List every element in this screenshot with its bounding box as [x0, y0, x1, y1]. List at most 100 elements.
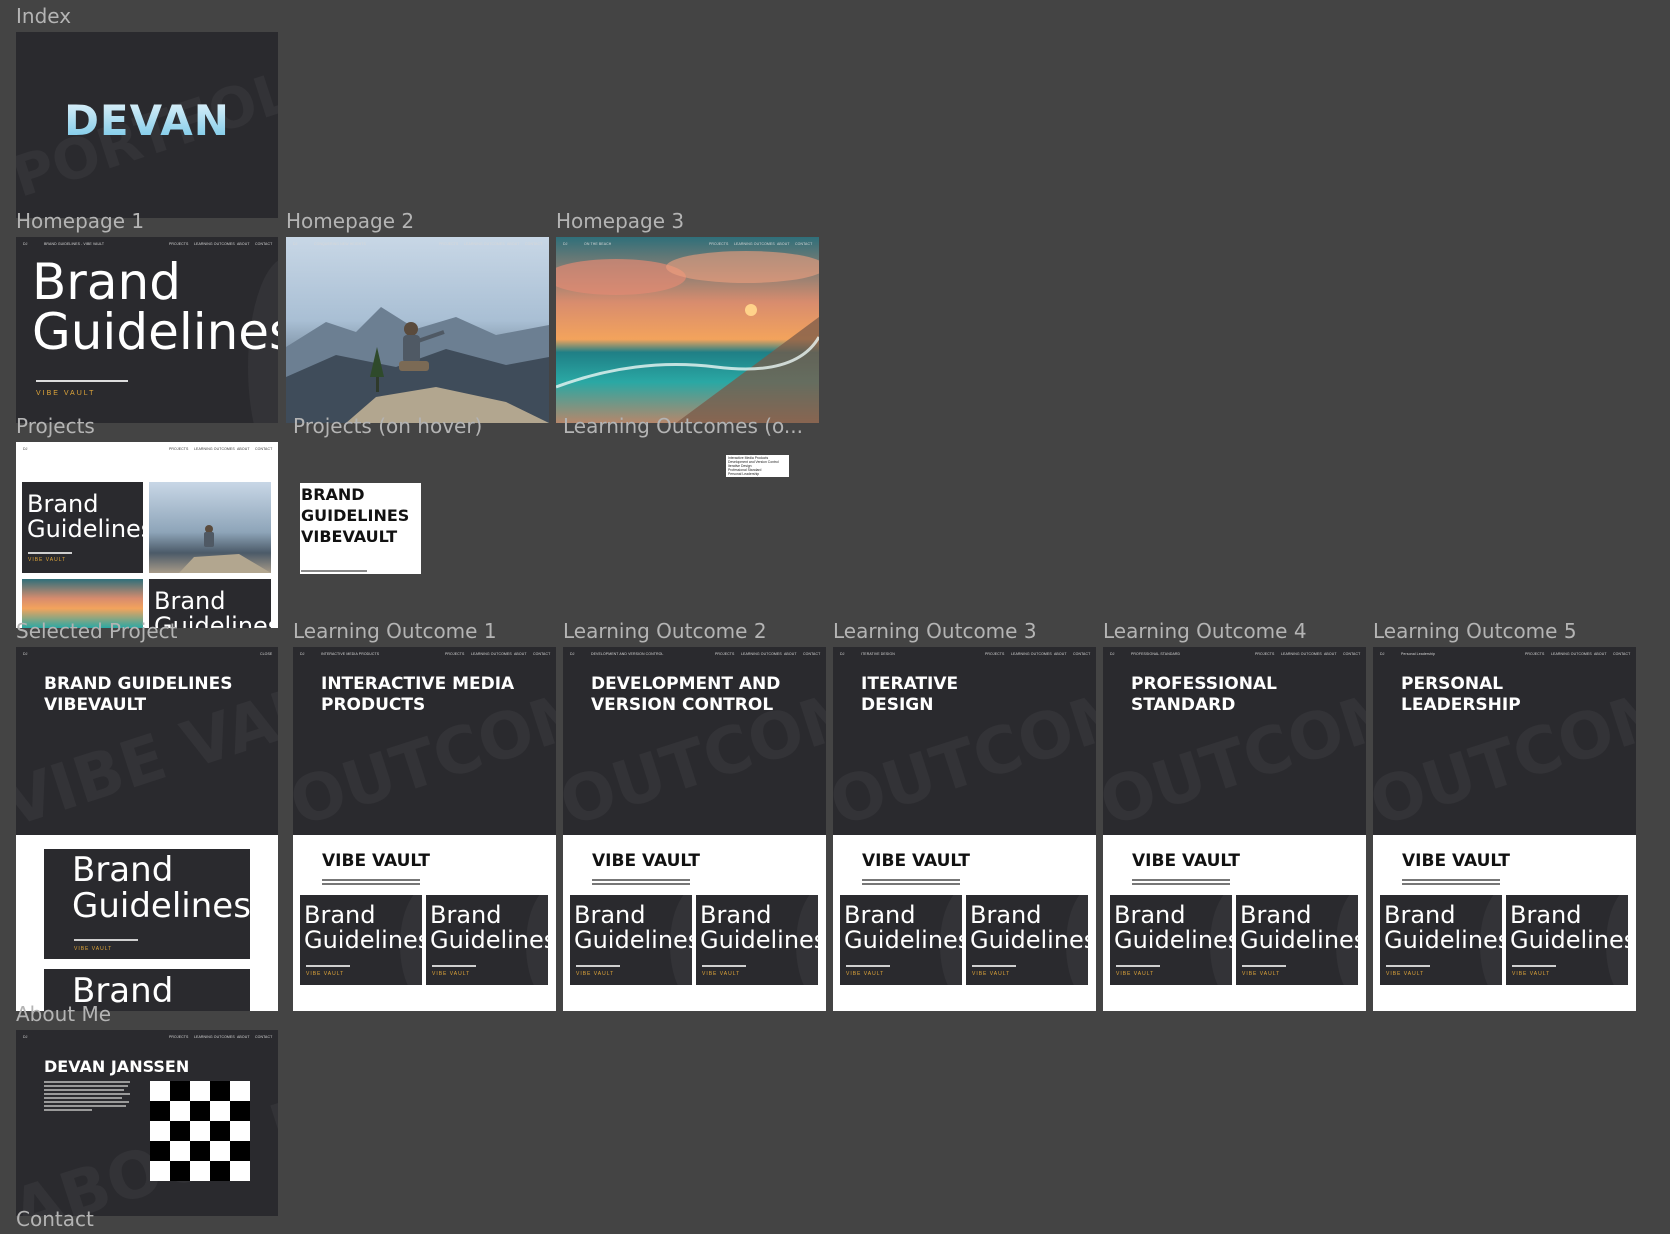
frame-learning-outcomes-overview[interactable]: Interactive Media Products Development a…	[726, 455, 789, 477]
frame-about-me[interactable]: ABOUT ME DJ PROJECTS LEARNING OUTCOMES A…	[16, 1030, 278, 1216]
frame-label-contact[interactable]: Contact	[16, 1207, 94, 1231]
frame-homepage-3[interactable]: DJ ON THE BEACH PROJECTS LEARNING OUTCOM…	[556, 237, 819, 423]
nav-logo[interactable]: DJ	[1380, 652, 1384, 657]
nav-logo[interactable]: DJ	[840, 652, 844, 657]
nav-about[interactable]: ABOUT	[237, 1035, 250, 1040]
nav-projects[interactable]: PROJECTS	[1255, 652, 1274, 657]
project-card-brand-guidelines[interactable]: Brand Guidelines VIBE VAULT	[966, 895, 1088, 985]
frame-learning-outcome-1[interactable]: OUTCOME1DJINTERACTIVE MEDIA PRODUCTSPROJ…	[293, 647, 556, 1011]
nav-bar: DJ CLOSE	[16, 652, 278, 658]
nav-projects[interactable]: PROJECTS	[1525, 652, 1544, 657]
nav-contact[interactable]: CONTACT	[255, 1035, 272, 1040]
description-line	[1402, 879, 1500, 881]
nav-contact[interactable]: CONTACT	[1613, 652, 1630, 657]
nav-logo[interactable]: DJ	[23, 447, 27, 452]
nav-logo[interactable]: DJ	[23, 652, 27, 657]
nav-learning-outcomes[interactable]: LEARNING OUTCOMES	[194, 447, 235, 452]
frame-learning-outcome-4[interactable]: OUTCOME4DJPROFESSIONAL STANDARDPROJECTSL…	[1103, 647, 1366, 1011]
frame-selected-project[interactable]: VIBE VAULT DJ CLOSE BRAND GUIDELINESVIBE…	[16, 647, 278, 1011]
nav-contact[interactable]: CONTACT	[255, 242, 272, 247]
project-card-brand-guidelines[interactable]: Brand Guidelines VIBE VAULT	[426, 895, 548, 985]
project-card-mountain[interactable]	[149, 482, 271, 573]
frame-label-homepage-3[interactable]: Homepage 3	[556, 209, 684, 233]
nav-about[interactable]: ABOUT	[784, 652, 797, 657]
project-card-brand-guidelines[interactable]: Brand Guidelines VIBE VAULT	[696, 895, 818, 985]
nav-contact[interactable]: CONTACT	[803, 652, 820, 657]
nav-about[interactable]: ABOUT	[514, 652, 527, 657]
hero-subtitle: VIBE VAULT	[36, 390, 96, 397]
card-title: Brand Guidelines	[72, 850, 250, 926]
nav-about[interactable]: ABOUT	[1054, 652, 1067, 657]
nav-logo[interactable]: DJ	[1110, 652, 1114, 657]
frame-label-about-me[interactable]: About Me	[16, 1002, 111, 1026]
project-card-brand-guidelines[interactable]: Brand Guidelines VIBE VAULT	[1380, 895, 1502, 985]
frame-label-learning-outcome-4[interactable]: Learning Outcome 4	[1103, 619, 1307, 643]
nav-logo[interactable]: DJ	[23, 242, 27, 247]
nav-about[interactable]: ABOUT	[237, 242, 250, 247]
frame-index[interactable]: PORTFOLIO DEVAN	[16, 32, 278, 218]
project-card-brand-guidelines[interactable]: Brand Guidelines VIBE VAULT	[1236, 895, 1358, 985]
nav-logo[interactable]: DJ	[23, 1035, 27, 1040]
card-divider	[576, 965, 620, 967]
nav-about[interactable]: ABOUT	[1594, 652, 1607, 657]
project-card-brand-guidelines[interactable]: Brand Guidelines VIBE VAULT	[1506, 895, 1628, 985]
frame-label-learning-outcome-2[interactable]: Learning Outcome 2	[563, 619, 767, 643]
nav-contact[interactable]: CONTACT	[255, 447, 272, 452]
frame-learning-outcome-2[interactable]: OUTCOME2DJDEVELOPMENT AND VERSION CONTRO…	[563, 647, 826, 1011]
nav-projects[interactable]: PROJECTS	[169, 1035, 188, 1040]
frame-homepage-2[interactable]: DJ CONQUERING NEW HEIGHTS PROJECTS LEARN…	[286, 237, 549, 423]
nav-contact[interactable]: CONTACT	[1073, 652, 1090, 657]
nav-projects[interactable]: PROJECTS	[169, 447, 188, 452]
outcomes-list-item[interactable]: Personal Leadership	[728, 472, 779, 476]
card-title: Brand Guidelines	[1114, 901, 1232, 954]
nav-bar: DJ BRAND GUIDELINES - VIBE VAULT PROJECT…	[16, 242, 278, 248]
nav-projects[interactable]: PROJECTS	[985, 652, 1004, 657]
frame-learning-outcome-5[interactable]: OUTCOME5DJPersonal LeadershipPROJECTSLEA…	[1373, 647, 1636, 1011]
frame-label-homepage-2[interactable]: Homepage 2	[286, 209, 414, 233]
nav-page-title: Personal Leadership	[1401, 652, 1436, 656]
nav-projects[interactable]: PROJECTS	[715, 652, 734, 657]
project-card-brand-guidelines[interactable]: Brand Guidelines VIBE VAULT	[570, 895, 692, 985]
frame-projects-hover[interactable]: BRAND GUIDELINES VIBEVAULT	[300, 483, 421, 574]
frame-label-learning-outcome-3[interactable]: Learning Outcome 3	[833, 619, 1037, 643]
project-card-brand-guidelines[interactable]: Brand Guidelines VIBE VAULT	[300, 895, 422, 985]
frame-label-projects-hover[interactable]: Projects (on hover)	[293, 414, 482, 438]
close-button[interactable]: CLOSE	[260, 652, 272, 657]
project-card-brand-guidelines[interactable]: Brand Guidelines VIBE VAULT	[840, 895, 962, 985]
devan-logo: DEVAN	[16, 96, 278, 145]
project-card-brand-guidelines[interactable]: Brand Guidelines VIBE VAULT	[22, 482, 143, 573]
card-title: Brand Guidelines	[304, 901, 422, 954]
nav-learning-outcomes[interactable]: LEARNING OUTCOMES	[194, 242, 235, 247]
frame-label-learning-outcome-5[interactable]: Learning Outcome 5	[1373, 619, 1577, 643]
frame-projects[interactable]: DJ PROJECTS LEARNING OUTCOMES ABOUT CONT…	[16, 442, 278, 628]
project-image-brand-guidelines: Brand Guidelines VIBE VAULT	[44, 849, 250, 959]
nav-about[interactable]: ABOUT	[1324, 652, 1337, 657]
nav-projects[interactable]: PROJECTS	[445, 652, 464, 657]
nav-learning-outcomes[interactable]: LEARNING OUTCOMES	[471, 652, 512, 657]
nav-learning-outcomes[interactable]: LEARNING OUTCOMES	[741, 652, 782, 657]
nav-learning-outcomes[interactable]: LEARNING OUTCOMES	[1011, 652, 1052, 657]
nav-projects[interactable]: PROJECTS	[169, 242, 188, 247]
frame-homepage-1[interactable]: DJ BRAND GUIDELINES - VIBE VAULT PROJECT…	[16, 237, 278, 423]
project-card-brand-guidelines[interactable]: Brand Guidelines VIBE VAULT	[1110, 895, 1232, 985]
description-line	[322, 883, 420, 885]
card-subtitle: VIBE VAULT	[1242, 971, 1281, 977]
nav-contact[interactable]: CONTACT	[533, 652, 550, 657]
nav-logo[interactable]: DJ	[570, 652, 574, 657]
nav-logo[interactable]: DJ	[300, 652, 304, 657]
frame-label-learning-outcomes[interactable]: Learning Outcomes (o...	[563, 414, 803, 438]
frame-learning-outcome-3[interactable]: OUTCOME3DJITERATIVE DESIGNPROJECTSLEARNI…	[833, 647, 1096, 1011]
nav-about[interactable]: ABOUT	[237, 447, 250, 452]
frame-label-selected-project[interactable]: Selected Project	[16, 619, 177, 643]
frame-label-index[interactable]: Index	[16, 4, 71, 28]
frame-label-projects[interactable]: Projects	[16, 414, 95, 438]
frame-label-learning-outcome-1[interactable]: Learning Outcome 1	[293, 619, 497, 643]
nav-contact[interactable]: CONTACT	[1343, 652, 1360, 657]
card-title: Brand Guidelines	[970, 901, 1088, 954]
outcome-title: ITERATIVE DESIGN	[861, 674, 959, 715]
nav-learning-outcomes[interactable]: LEARNING OUTCOMES	[1551, 652, 1592, 657]
card-divider	[74, 939, 138, 941]
frame-label-homepage-1[interactable]: Homepage 1	[16, 209, 144, 233]
nav-learning-outcomes[interactable]: LEARNING OUTCOMES	[1281, 652, 1322, 657]
nav-learning-outcomes[interactable]: LEARNING OUTCOMES	[194, 1035, 235, 1040]
